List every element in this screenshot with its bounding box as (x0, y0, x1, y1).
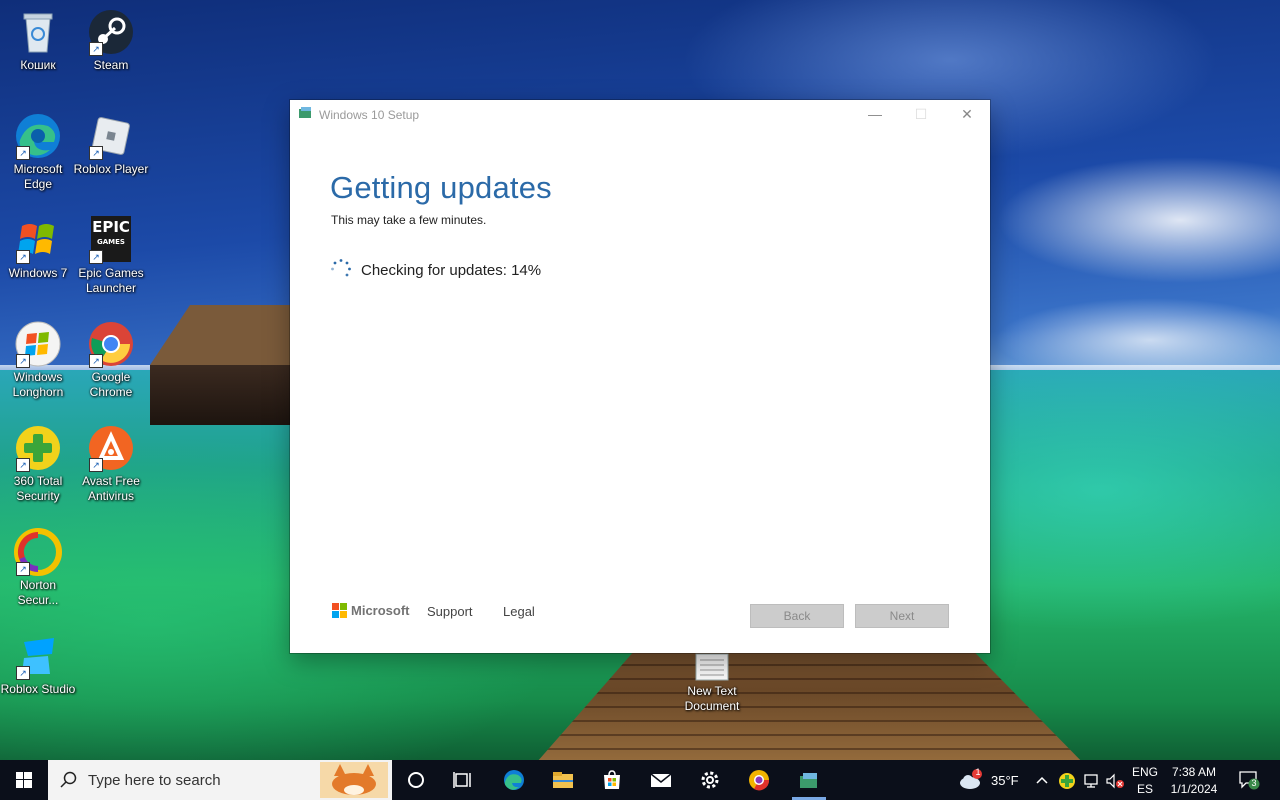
avast-icon: ↗ (87, 424, 135, 472)
360-security-tray-icon[interactable] (1058, 772, 1076, 790)
shortcut-arrow-icon: ↗ (89, 458, 103, 472)
shortcut-arrow-icon: ↗ (89, 354, 103, 368)
edge-taskbar-icon[interactable] (502, 768, 526, 792)
clock-time[interactable]: 7:38 AM (1162, 765, 1226, 779)
windows-setup-taskbar-icon[interactable] (797, 768, 821, 792)
minimize-button[interactable]: — (852, 100, 898, 130)
window-title: Windows 10 Setup (319, 108, 420, 122)
search-highlight-fox-icon (320, 762, 388, 798)
shortcut-arrow-icon: ↗ (16, 354, 30, 368)
legal-link[interactable]: Legal (503, 604, 535, 619)
desktop-icon-avast[interactable]: ↗ Avast Free Antivirus (73, 424, 149, 504)
taskbar: Type here to search 1 35°F ENG ES 7:38 A… (0, 760, 1280, 800)
desktop-icon-label: Windows 7 (8, 266, 68, 280)
desktop-icon-label: 360 Total Security (13, 474, 63, 503)
close-button[interactable]: ✕ (944, 100, 990, 130)
file-explorer-icon[interactable] (551, 768, 575, 792)
desktop-icon-label: Roblox Studio (0, 682, 76, 696)
roblox-studio-icon: ↗ (14, 632, 62, 680)
setup-window: Windows 10 Setup — ☐ ✕ Getting updates T… (290, 100, 990, 653)
windows-setup-icon (299, 107, 311, 118)
desktop-icon-roblox-studio[interactable]: ↗ Roblox Studio (0, 632, 76, 697)
loading-spinner-icon (331, 259, 351, 277)
desktop-icon-windows-longhorn[interactable]: ↗ Windows Longhorn (0, 320, 76, 400)
cortana-circle-icon[interactable] (404, 768, 428, 792)
desktop-icon-label: Epic Games Launcher (78, 266, 144, 295)
recycle-bin-icon (14, 8, 62, 56)
notifications-count-badge: 3 (1251, 778, 1257, 788)
desktop-icon-label: New Text Document (684, 684, 740, 713)
start-button[interactable] (0, 760, 48, 800)
weather-alert-badge: 1 (975, 767, 981, 777)
page-title: Getting updates (330, 170, 552, 205)
shortcut-arrow-icon: ↗ (16, 562, 30, 576)
settings-gear-icon[interactable] (698, 768, 722, 792)
desktop-icon-label: Steam (93, 58, 129, 72)
shortcut-arrow-icon: ↗ (89, 146, 103, 160)
desktop-icon-label: Avast Free Antivirus (82, 474, 140, 503)
microsoft-brand-text: Microsoft (351, 603, 410, 618)
desktop-icon-label: Microsoft Edge (13, 162, 63, 191)
search-icon (60, 771, 77, 788)
desktop-icon-label: Norton Secur... (17, 578, 59, 607)
search-placeholder: Type here to search (88, 772, 221, 789)
edge-icon: ↗ (14, 112, 62, 160)
360-security-icon: ↗ (14, 424, 62, 472)
weather-temperature[interactable]: 35°F (991, 773, 1019, 788)
desktop-icon-label: Windows Longhorn (12, 370, 64, 399)
epic-logo-text: EPIC (92, 218, 130, 236)
back-button[interactable]: Back (750, 604, 844, 628)
desktop-icon-recycle-bin[interactable]: Кошик (0, 8, 76, 73)
network-icon[interactable] (1082, 772, 1100, 790)
desktop-icon-windows-7[interactable]: ↗ Windows 7 (0, 216, 76, 281)
desktop-icon-label: Roblox Player (73, 162, 149, 176)
next-button[interactable]: Next (855, 604, 949, 628)
wallpaper-hut (150, 365, 310, 425)
page-subtitle: This may take a few minutes. (331, 213, 487, 227)
chevron-up-icon[interactable] (1035, 774, 1049, 786)
epic-logo-subtext: GAMES (97, 238, 125, 246)
update-status-text: Checking for updates: 14% (361, 262, 542, 279)
microsoft-store-icon[interactable] (600, 768, 624, 792)
shortcut-arrow-icon: ↗ (16, 146, 30, 160)
chrome-canary-icon[interactable] (747, 768, 771, 792)
text-document-icon (688, 652, 736, 682)
shortcut-arrow-icon: ↗ (16, 250, 30, 264)
steam-icon: ↗ (87, 8, 135, 56)
desktop-icon-norton[interactable]: ↗ Norton Secur... (0, 528, 76, 608)
language-primary[interactable]: ENG (1130, 765, 1160, 779)
maximize-button: ☐ (914, 106, 928, 122)
mail-icon[interactable] (649, 768, 673, 792)
desktop-icon-360-total-security[interactable]: ↗ 360 Total Security (0, 424, 76, 504)
desktop-icon-steam[interactable]: ↗ Steam (73, 8, 149, 73)
shortcut-arrow-icon: ↗ (89, 42, 103, 56)
shortcut-arrow-icon: ↗ (16, 458, 30, 472)
chrome-icon: ↗ (87, 320, 135, 368)
window-titlebar[interactable]: Windows 10 Setup — ☐ ✕ (290, 100, 990, 130)
microsoft-logo-icon (332, 603, 347, 618)
volume-muted-icon[interactable] (1105, 772, 1125, 790)
windows-longhorn-icon: ↗ (14, 320, 62, 368)
epic-games-icon: EPIC GAMES ↗ (87, 216, 135, 264)
windows7-icon: ↗ (14, 216, 62, 264)
desktop-icon-google-chrome[interactable]: ↗ Google Chrome (73, 320, 149, 400)
task-view-icon[interactable] (452, 768, 476, 792)
desktop-icon-epic-games[interactable]: EPIC GAMES ↗ Epic Games Launcher (73, 216, 149, 296)
desktop-icon-new-text-document[interactable]: New Text Document (674, 652, 750, 714)
shortcut-arrow-icon: ↗ (89, 250, 103, 264)
norton-icon: ↗ (14, 528, 62, 576)
desktop-icon-label: Кошик (20, 58, 56, 72)
windows-logo-icon (16, 772, 32, 788)
clock-date[interactable]: 1/1/2024 (1162, 782, 1226, 796)
taskbar-search-box[interactable]: Type here to search (48, 760, 392, 800)
desktop-icon-edge[interactable]: ↗ Microsoft Edge (0, 112, 76, 192)
shortcut-arrow-icon: ↗ (16, 666, 30, 680)
support-link[interactable]: Support (427, 604, 473, 619)
desktop-icon-label: Google Chrome (89, 370, 133, 399)
roblox-icon: ↗ (87, 112, 135, 160)
desktop-icon-roblox-player[interactable]: ↗ Roblox Player (73, 112, 149, 177)
language-secondary[interactable]: ES (1130, 782, 1160, 796)
